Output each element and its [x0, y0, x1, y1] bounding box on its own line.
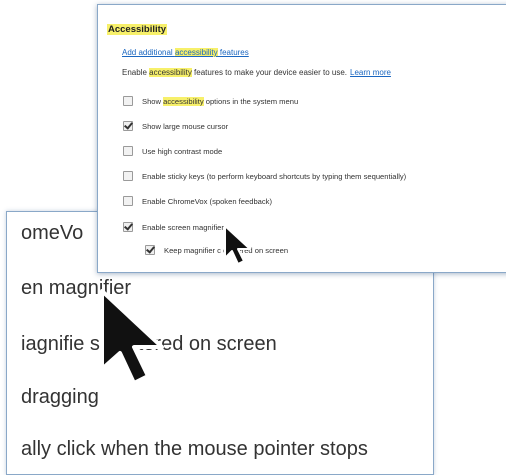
checkbox-icon[interactable]	[123, 196, 133, 206]
checkbox-checked-icon[interactable]	[123, 222, 133, 232]
option-large-mouse-cursor[interactable]: Show large mouse cursor	[123, 120, 228, 132]
section-title: Accessibility	[107, 24, 168, 35]
search-highlight: accessibility	[174, 48, 218, 57]
option-chromevox[interactable]: Enable ChromeVox (spoken feedback)	[123, 195, 272, 207]
option-keep-magnifier-centered[interactable]: Keep magnifier c centered on screen	[145, 244, 288, 256]
search-highlight: accessibility	[163, 96, 204, 106]
checkbox-icon[interactable]	[123, 171, 133, 181]
magnified-text-dragging: dragging	[21, 386, 99, 408]
option-label: Enable ChromeVox (spoken feedback)	[142, 196, 273, 206]
option-screen-magnifier[interactable]: Enable screen magnifier	[123, 221, 224, 233]
option-show-accessibility-menu[interactable]: Show accessibility options in the system…	[123, 95, 298, 107]
option-label: Show large mouse cursor	[142, 121, 229, 131]
option-high-contrast[interactable]: Use high contrast mode	[123, 145, 222, 157]
checkbox-icon[interactable]	[123, 96, 133, 106]
accessibility-settings-panel: Accessibility Add additional accessibili…	[97, 4, 506, 273]
learn-more-link[interactable]: Learn more	[350, 68, 391, 77]
option-label: Show accessibility options in the system…	[142, 96, 299, 106]
magnified-text-chromevox: omeVo	[21, 222, 84, 244]
checkbox-icon[interactable]	[123, 146, 133, 156]
add-accessibility-features-link[interactable]: Add additional accessibility features	[122, 48, 249, 57]
search-highlight: accessibility	[149, 68, 192, 77]
option-label: Use high contrast mode	[142, 146, 223, 156]
accessibility-description: Enable accessibility features to make yo…	[122, 68, 391, 77]
mouse-pointer-icon	[224, 225, 251, 265]
option-label: Enable screen magnifier	[142, 222, 224, 232]
checkbox-checked-icon[interactable]	[123, 121, 133, 131]
checkbox-checked-icon[interactable]	[145, 245, 155, 255]
description-text: Enable accessibility features to make yo…	[122, 68, 348, 77]
large-mouse-pointer-icon	[100, 289, 164, 385]
option-sticky-keys[interactable]: Enable sticky keys (to perform keyboard …	[123, 170, 406, 182]
option-label: Enable sticky keys (to perform keyboard …	[142, 171, 407, 181]
magnified-text-auto-click: ally click when the mouse pointer stops	[21, 438, 368, 460]
